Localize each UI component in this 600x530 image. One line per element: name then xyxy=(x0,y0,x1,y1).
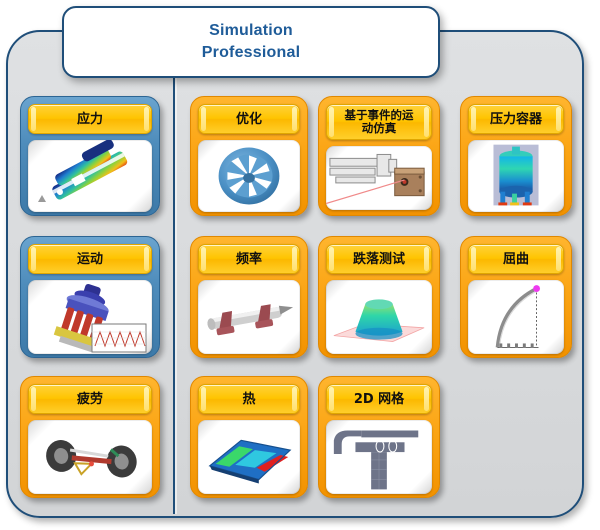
event-based-motion-actuator-icon xyxy=(326,146,432,210)
buckling-beam-icon xyxy=(468,280,564,354)
card-thermal[interactable]: 热 xyxy=(190,376,308,498)
product-title-card: Simulation Professional xyxy=(62,6,440,78)
card-thermal-label: 热 xyxy=(242,391,256,407)
card-stress-label-bar: 应力 xyxy=(28,104,152,134)
card-drop-test-label-bar: 跌落测试 xyxy=(326,244,432,274)
card-event-based-motion-label: 基于事件的运 动仿真 xyxy=(344,108,414,135)
mesh-2d-section-icon xyxy=(326,420,432,494)
card-pressure-vessel[interactable]: 压力容器 xyxy=(460,96,572,216)
card-frequency[interactable]: 频率 xyxy=(190,236,308,358)
optimization-impeller-icon xyxy=(198,140,300,212)
pressure-vessel-tank-icon xyxy=(468,140,564,212)
card-pressure-vessel-label: 压力容器 xyxy=(489,111,542,127)
card-thermal-label-bar: 热 xyxy=(198,384,300,414)
card-stress[interactable]: 应力 xyxy=(20,96,160,216)
card-drop-test[interactable]: 跌落测试 xyxy=(318,236,440,358)
card-event-based-motion[interactable]: 基于事件的运 动仿真 xyxy=(318,96,440,216)
stress-bracket-contour-icon xyxy=(28,140,152,212)
card-optimization-label: 优化 xyxy=(235,111,262,127)
card-frequency-label: 频率 xyxy=(235,251,262,267)
card-frequency-label-bar: 频率 xyxy=(198,244,300,274)
motion-assembly-plot-icon xyxy=(28,280,152,354)
card-drop-test-label: 跌落测试 xyxy=(352,251,405,267)
card-2d-mesh-label-bar: 2D 网格 xyxy=(326,384,432,414)
page-title: Simulation Professional xyxy=(202,20,300,63)
card-optimization[interactable]: 优化 xyxy=(190,96,308,216)
drop-test-dome-icon xyxy=(326,280,432,354)
title-line-1: Simulation xyxy=(209,22,293,40)
card-fatigue-label: 疲劳 xyxy=(76,391,103,407)
card-buckling[interactable]: 屈曲 xyxy=(460,236,572,358)
card-event-based-motion-label-bar: 基于事件的运 动仿真 xyxy=(326,104,432,140)
frequency-shaft-icon xyxy=(198,280,300,354)
card-buckling-label: 屈曲 xyxy=(502,251,529,267)
fatigue-suspension-icon xyxy=(28,420,152,494)
card-2d-mesh[interactable]: 2D 网格 xyxy=(318,376,440,498)
thermal-plate-icon xyxy=(198,420,300,494)
card-motion-label: 运动 xyxy=(76,251,103,267)
card-stress-label: 应力 xyxy=(76,111,103,127)
column-divider xyxy=(173,32,177,514)
card-fatigue-label-bar: 疲劳 xyxy=(28,384,152,414)
card-fatigue[interactable]: 疲劳 xyxy=(20,376,160,498)
card-motion[interactable]: 运动 xyxy=(20,236,160,358)
card-motion-label-bar: 运动 xyxy=(28,244,152,274)
card-pressure-vessel-label-bar: 压力容器 xyxy=(468,104,564,134)
card-buckling-label-bar: 屈曲 xyxy=(468,244,564,274)
title-line-2: Professional xyxy=(201,44,301,61)
card-optimization-label-bar: 优化 xyxy=(198,104,300,134)
diagram-canvas: Simulation Professional 应力 运动 疲劳 优化 基于事件… xyxy=(0,0,600,530)
card-2d-mesh-label: 2D 网格 xyxy=(353,391,405,407)
